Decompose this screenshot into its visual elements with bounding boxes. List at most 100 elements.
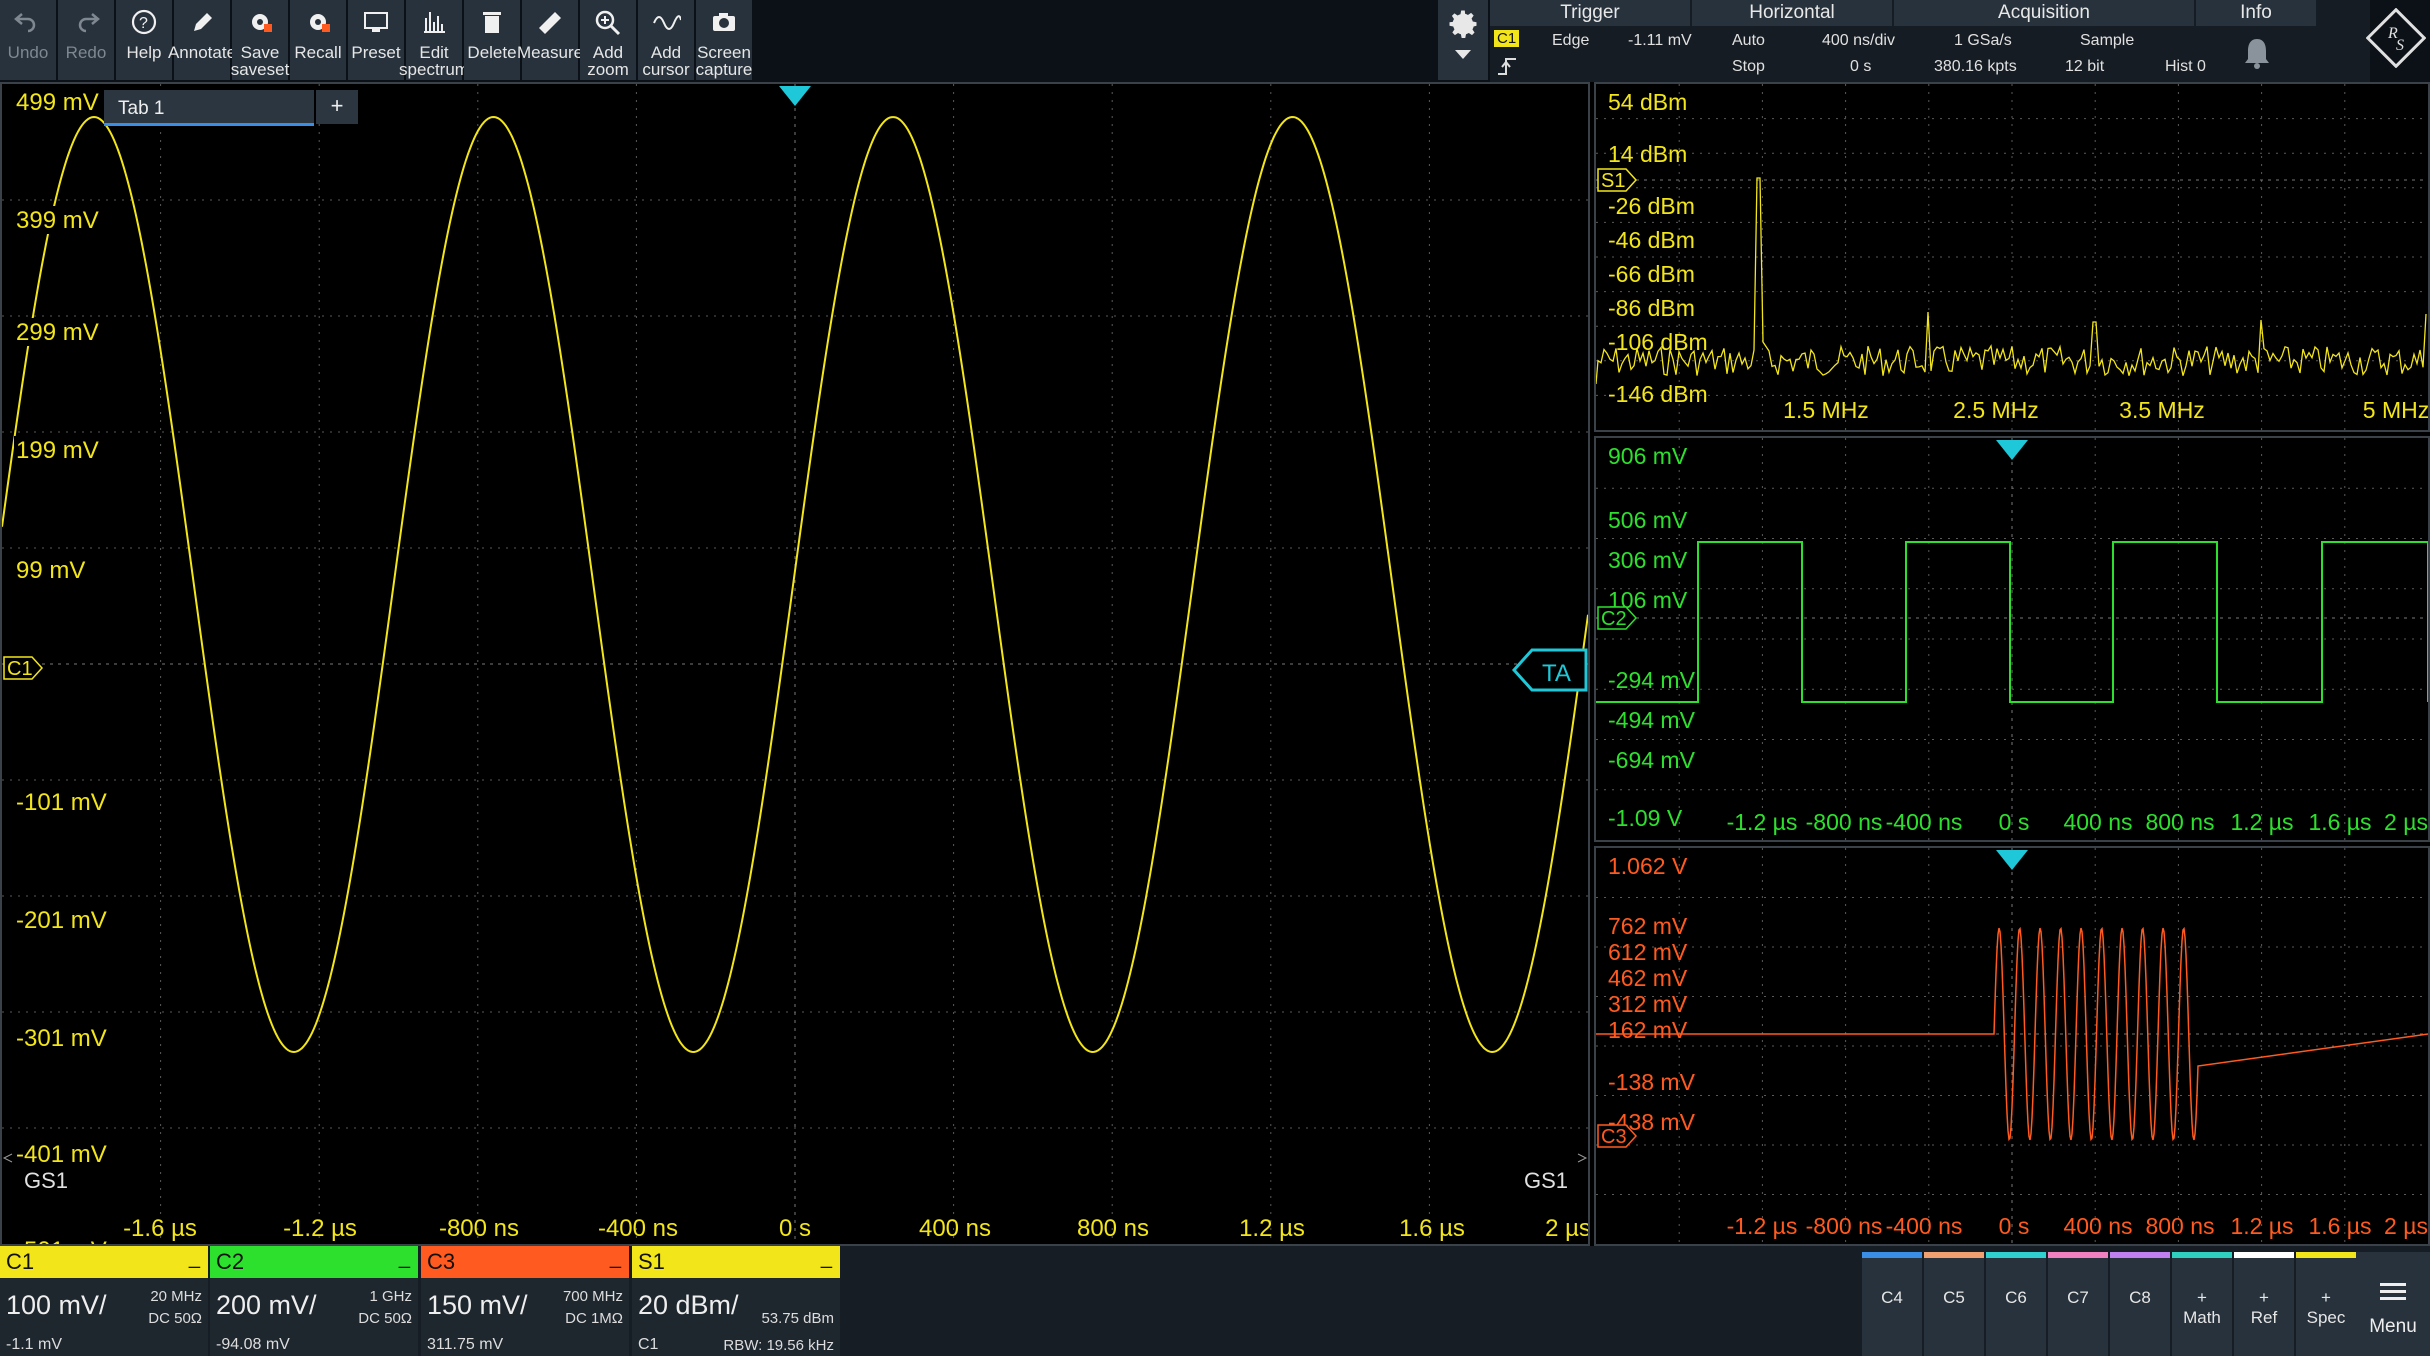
add-zoom-button[interactable]: Add zoom — [580, 0, 636, 80]
channel-offset: -1.1 mV — [6, 1336, 63, 1353]
c3-panel[interactable]: 1.062 V 762 mV 612 mV 462 mV 312 mV 162 mV -13… — [1594, 846, 2430, 1246]
menu-button[interactable]: Menu — [2356, 1252, 2430, 1356]
bell-icon[interactable] — [2242, 36, 2272, 70]
svg-text:?: ? — [139, 15, 148, 32]
menu-label: Menu — [2369, 1316, 2417, 1337]
acq-hist: Hist 0 — [2165, 58, 2206, 75]
vertical-scale: 100 mV/ — [6, 1290, 107, 1320]
y-axis-label: 1.062 V — [1608, 853, 1688, 879]
gear-icon — [1449, 10, 1477, 38]
undo-button[interactable]: Undo — [0, 0, 56, 80]
delete-button[interactable]: Delete — [464, 0, 520, 80]
y-axis-label: 506 mV — [1608, 507, 1688, 533]
y-axis-label: -201 mV — [16, 907, 107, 934]
toolbar: Undo Redo? Help Annotate Save saveset Recall P… — [0, 0, 2430, 82]
edit-spectrum-button[interactable]: Edit spectrum — [399, 0, 469, 80]
x-axis-label: -1.2 µs — [1727, 1213, 1798, 1239]
preset-button[interactable]: Preset — [348, 0, 404, 80]
help-button[interactable]: ? Help — [116, 0, 172, 80]
acquisition-header[interactable]: Acquisition — [1894, 0, 2194, 26]
slot-ref-button[interactable]: + Ref — [2234, 1252, 2294, 1356]
slot-c7-button[interactable]: C7 — [2048, 1252, 2108, 1356]
s1-spectrum-trace — [1596, 177, 2427, 385]
chevron-down-icon — [1455, 50, 1471, 59]
channel-header[interactable]: C2 _ — [210, 1246, 418, 1278]
slot-color-bar — [1924, 1252, 1984, 1258]
x-axis-label: 2 µs — [2384, 809, 2428, 835]
toolbar-button-label: Delete — [467, 43, 517, 62]
ta-trigger-level-marker[interactable]: TA — [1511, 648, 1588, 692]
bandwidth: 20 MHz — [150, 1288, 202, 1305]
channel-header[interactable]: C3 _ — [421, 1246, 629, 1278]
slot-spec-button[interactable]: + Spec — [2296, 1252, 2356, 1356]
trigger-position-marker[interactable] — [1996, 440, 2028, 460]
annotate-button[interactable]: Annotate — [168, 0, 236, 80]
spectrum-panel[interactable]: 54 dBm 14 dBm -26 dBm -46 dBm -66 dBm -86 dBm… — [1594, 82, 2430, 432]
redo-button[interactable]: Redo — [58, 0, 114, 80]
channel-box-c3[interactable]: C3 _ 150 mV/700 MHz DC 1MΩ 311.75 mV — [421, 1246, 629, 1356]
settings-button[interactable] — [1438, 0, 1488, 80]
recall-button[interactable]: Recall — [290, 0, 346, 80]
add-cursor-button[interactable]: Add cursor — [638, 0, 694, 80]
x-axis-label: -400 ns — [1886, 1213, 1963, 1239]
channel-marker-label: S1 — [1601, 170, 1625, 192]
s1-reference-marker[interactable]: S1 — [1597, 168, 1638, 192]
x-axis-label: 0 s — [779, 1215, 811, 1242]
spectrum-plot[interactable]: 54 dBm 14 dBm -26 dBm -46 dBm -66 dBm -86 dBm… — [1596, 84, 2428, 430]
horizontal-header[interactable]: Horizontal — [1692, 0, 1892, 26]
trigger-position-marker[interactable] — [1996, 850, 2028, 870]
channel-header[interactable]: S1 _ — [632, 1246, 840, 1278]
x-axis-label: -800 ns — [439, 1215, 519, 1242]
minimize-button[interactable]: _ — [610, 1242, 621, 1274]
channel-box-s1[interactable]: S1 _ 20 dBm/53.75 dBm C1 RBW: 19.56 kHz — [632, 1246, 840, 1356]
x-axis-label: -800 ns — [1806, 809, 1883, 835]
slot-color-bar — [2234, 1252, 2294, 1258]
minimize-button[interactable]: _ — [189, 1242, 200, 1274]
c3-waveform-plot[interactable]: 1.062 V 762 mV612 mV462 mV312 mV162 mV -13… — [1596, 848, 2428, 1244]
measure-button[interactable]: Measure — [517, 0, 583, 80]
slot-c4-button[interactable]: C4 — [1862, 1252, 1922, 1356]
spectrum-icon — [419, 2, 449, 44]
coupling: DC 50Ω — [148, 1310, 202, 1327]
channel-box-c1[interactable]: C1 _ 100 mV/20 MHz DC 50Ω -1.1 mV — [0, 1246, 208, 1356]
trigger-header[interactable]: Trigger — [1490, 0, 1690, 26]
trigger-position-marker[interactable] — [779, 86, 811, 106]
rising-edge-icon — [1498, 58, 1516, 75]
screen-capture-button[interactable]: Screen capture — [696, 0, 752, 80]
c2-panel[interactable]: 906 mV 506 mV 306 mV 106 mV -294 mV -494 mV -6… — [1594, 436, 2430, 842]
minimize-button[interactable]: _ — [821, 1242, 832, 1274]
y-axis-label: 306 mV — [1608, 547, 1688, 573]
slot-c6-button[interactable]: C6 — [1986, 1252, 2046, 1356]
add-tab-button[interactable]: + — [316, 90, 358, 124]
slot-color-bar — [2110, 1252, 2170, 1258]
channel-box-c2[interactable]: C2 _ 200 mV/1 GHz DC 50Ω -94.08 mV — [210, 1246, 418, 1356]
y-axis-label: 462 mV — [1608, 965, 1688, 991]
main-waveform-plot[interactable]: 499 mV 399 mV 299 mV 199 mV 99 mV -101 mV -201… — [2, 84, 1588, 1244]
tab-1[interactable]: Tab 1 — [104, 90, 314, 126]
minimize-button[interactable]: _ — [399, 1242, 410, 1274]
channel-name: S1 — [638, 1249, 665, 1274]
main-waveform-panel[interactable]: 499 mV 399 mV 299 mV 199 mV 99 mV -101 mV -201… — [0, 82, 1590, 1246]
x-axis-label: -1.2 µs — [283, 1215, 357, 1242]
horizontal-scale: 400 ns/div — [1822, 32, 1895, 49]
c1-offset-marker[interactable]: C1 — [3, 656, 44, 680]
x-axis-label: 800 ns — [2145, 1213, 2214, 1239]
acq-mode: Sample — [2080, 32, 2135, 49]
preset-icon — [361, 2, 391, 44]
slot-c5-button[interactable]: C5 — [1924, 1252, 1984, 1356]
y-axis-label: 299 mV — [16, 319, 99, 346]
x-axis-label: 1.6 µs — [2308, 1213, 2371, 1239]
slot-c8-button[interactable]: C8 — [2110, 1252, 2170, 1356]
save-saveset-button[interactable]: Save saveset — [231, 0, 289, 80]
c2-waveform-plot[interactable]: 906 mV506 mV306 mV106 mV-294 mV-494 mV-6… — [1596, 438, 2428, 840]
slot-label: C5 — [1943, 1288, 1965, 1307]
x-axis-label: 400 ns — [2063, 1213, 2132, 1239]
status-bar[interactable]: Trigger Horizontal Acquisition Info C1 E… — [1490, 0, 2370, 82]
y-axis-label: -294 mV — [1608, 667, 1696, 693]
y-axis-label: -501 mV — [16, 1237, 107, 1244]
slot-math-button[interactable]: + Math — [2172, 1252, 2232, 1356]
channel-marker-label: C3 — [1601, 1126, 1627, 1148]
channel-header[interactable]: C1 _ — [0, 1246, 208, 1278]
info-header[interactable]: Info — [2196, 0, 2316, 26]
x-axis-label: -800 ns — [1806, 1213, 1883, 1239]
